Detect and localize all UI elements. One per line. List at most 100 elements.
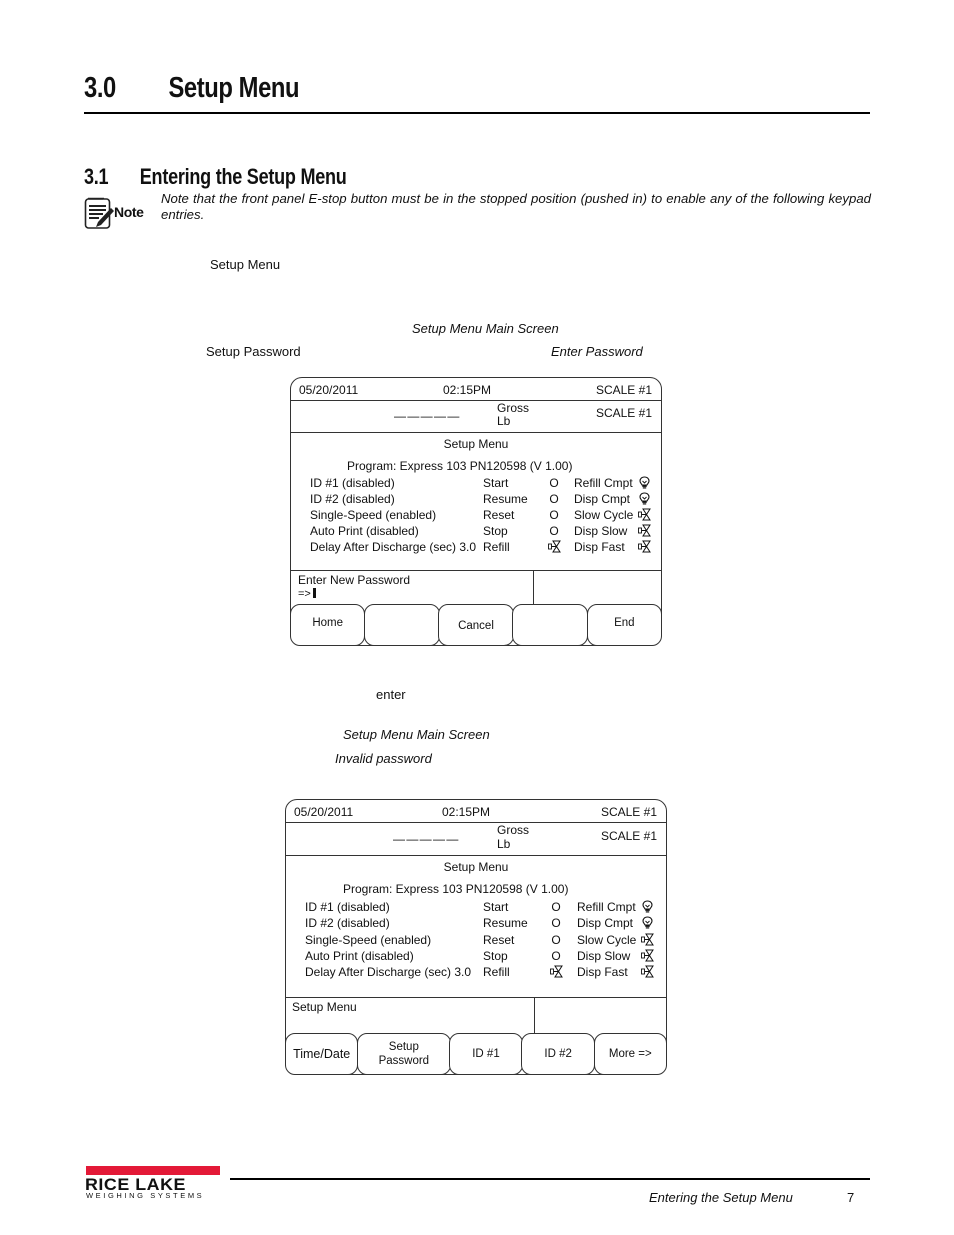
output-label: Disp Fast xyxy=(574,540,625,554)
input-state-indicator: O xyxy=(551,948,561,963)
softkey-cancel[interactable]: Cancel xyxy=(438,604,514,646)
divider xyxy=(286,822,666,823)
lightbulb-icon xyxy=(638,475,651,491)
text-setup-menu: Setup Menu xyxy=(210,257,281,272)
setting-item: Auto Print (disabled) xyxy=(305,948,414,963)
lightbulb-icon xyxy=(641,899,654,915)
softkey-setup-password[interactable]: Setup Password xyxy=(357,1033,451,1075)
output-label: Disp Fast xyxy=(577,965,628,980)
input-state-icon xyxy=(549,964,563,980)
output-item: Slow Cycle xyxy=(577,932,657,948)
input-label: Stop xyxy=(483,948,508,963)
softkey-time-date[interactable]: Time/Date xyxy=(285,1033,359,1075)
valve-icon xyxy=(641,948,654,964)
password-input[interactable]: => xyxy=(298,588,316,600)
divider xyxy=(291,570,661,571)
valve-icon xyxy=(549,965,563,979)
input-label: Reset xyxy=(483,508,515,522)
valve-icon xyxy=(547,540,561,554)
softkey-bar: Home Cancel End xyxy=(290,604,662,646)
screen-date: 05/20/2011 xyxy=(294,805,354,819)
setting-item: Single-Speed (enabled) xyxy=(310,508,437,522)
password-prompt: Enter New Password xyxy=(298,573,411,587)
input-state-indicator: O xyxy=(551,932,561,947)
input-state-indicator: O xyxy=(549,476,559,490)
output-item: Disp Fast xyxy=(577,964,657,980)
menu-title: Setup Menu xyxy=(443,437,509,451)
setting-item: Delay After Discharge (sec) 3.0 xyxy=(305,965,472,980)
softkey-blank[interactable] xyxy=(364,604,440,646)
divider xyxy=(534,997,535,1033)
softkey-blank[interactable] xyxy=(512,604,588,646)
text-invalid-password: Invalid password xyxy=(335,751,432,766)
menu-prompt: Setup Menu xyxy=(292,1000,357,1014)
softkey-home[interactable]: Home xyxy=(290,604,366,646)
logo-bar xyxy=(86,1166,220,1175)
text-setup-menu-main-screen: Setup Menu Main Screen xyxy=(343,727,490,742)
note-pad-pencil-icon xyxy=(84,197,114,229)
input-label: Stop xyxy=(483,524,508,538)
divider xyxy=(286,997,666,998)
weight-mode: Gross xyxy=(497,823,530,837)
input-label: Resume xyxy=(483,492,528,506)
text-cursor xyxy=(312,588,316,598)
text-setup-menu-main-screen: Setup Menu Main Screen xyxy=(412,321,559,336)
menu-title: Setup Menu xyxy=(443,860,509,874)
output-label: Disp Cmpt xyxy=(574,492,631,506)
inputs-states: OOOO xyxy=(549,899,563,980)
footer-section-title: Entering the Setup Menu xyxy=(649,1190,793,1205)
weight-mode: Gross xyxy=(497,401,530,415)
valve-icon xyxy=(638,523,651,539)
output-label: Disp Cmpt xyxy=(577,916,634,931)
scale-indicator: SCALE #1 xyxy=(600,829,657,843)
softkey-more[interactable]: More => xyxy=(593,1033,667,1075)
valve-icon xyxy=(638,539,651,555)
program-info: Program: Express 103 PN120598 (V 1.00) xyxy=(343,882,569,896)
text-enter: enter xyxy=(376,687,406,702)
softkey-id2[interactable]: ID #2 xyxy=(521,1033,595,1075)
setting-item: ID #2 (disabled) xyxy=(305,916,390,931)
screen-scale-label: SCALE #1 xyxy=(600,805,657,819)
input-arrow: => xyxy=(298,588,311,600)
input-label: Refill xyxy=(483,540,510,554)
output-label: Slow Cycle xyxy=(574,508,634,522)
output-label: Disp Slow xyxy=(577,948,631,963)
input-label: Refill xyxy=(483,965,510,980)
divider xyxy=(286,855,666,856)
softkey-end[interactable]: End xyxy=(586,604,662,646)
screen-scale-label: SCALE #1 xyxy=(595,383,652,397)
output-item: Refill Cmpt xyxy=(577,899,657,915)
text-enter-password: Enter Password xyxy=(551,344,643,359)
input-state-indicator: O xyxy=(549,524,559,538)
output-item: Disp Fast xyxy=(574,539,654,555)
output-label: Slow Cycle xyxy=(577,932,637,947)
logo-subtext: WEIGHING SYSTEMS xyxy=(86,1191,205,1200)
section-number: 3.1 xyxy=(84,164,109,189)
input-state-indicator: O xyxy=(551,900,561,914)
settings-list: ID #1 (disabled) ID #2 (disabled) Single… xyxy=(305,899,471,980)
output-item: Slow Cycle xyxy=(574,507,654,523)
softkey-bar: Time/Date Setup Password ID #1 ID #2 Mor… xyxy=(285,1033,667,1075)
setting-item: ID #1 (disabled) xyxy=(310,476,395,490)
page-number: 7 xyxy=(847,1190,855,1205)
input-state-indicator: O xyxy=(549,508,559,522)
section-title: Entering the Setup Menu xyxy=(139,164,347,189)
setting-item: ID #1 (disabled) xyxy=(305,900,390,914)
note-label: Note xyxy=(114,204,144,220)
enter-password-screen: 05/20/2011 02:15PM SCALE #1 — — — — — Gr… xyxy=(290,377,662,646)
lightbulb-icon xyxy=(638,491,651,507)
screen-time: 02:15PM xyxy=(442,805,491,819)
inputs-states: OOOO xyxy=(547,475,561,555)
softkey-id1[interactable]: ID #1 xyxy=(449,1033,523,1075)
valve-icon xyxy=(641,932,654,948)
output-label: Refill Cmpt xyxy=(577,900,636,914)
output-item: Disp Slow xyxy=(574,523,654,539)
setting-item: ID #2 (disabled) xyxy=(310,492,395,506)
chapter-rule xyxy=(84,112,870,114)
weight-readout: — — — — — xyxy=(393,832,458,846)
output-label: Disp Slow xyxy=(574,524,628,538)
note-text: Note that the front panel E-stop button … xyxy=(161,191,871,222)
screen-time: 02:15PM xyxy=(443,383,492,397)
section-heading: 3.1 Entering the Setup Menu xyxy=(84,164,347,190)
setting-item: Single-Speed (enabled) xyxy=(305,932,432,947)
